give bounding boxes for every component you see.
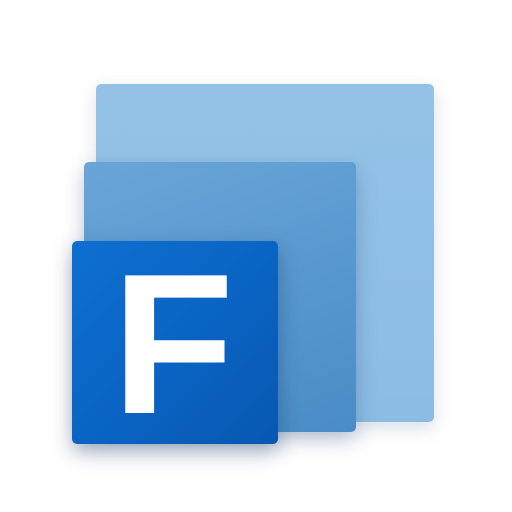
app-icon: F [0, 0, 512, 512]
front-tile: F [72, 241, 278, 444]
app-letter: F [111, 232, 235, 456]
